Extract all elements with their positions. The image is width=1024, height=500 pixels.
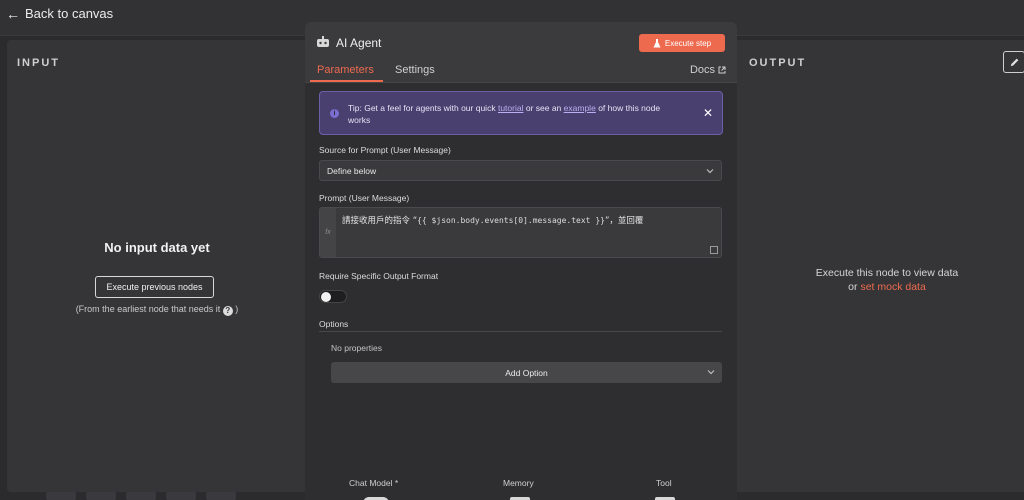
output-empty-message: Execute this node to view data or set mo…: [767, 266, 1007, 294]
output-or-text: or: [848, 281, 858, 293]
robot-icon: [317, 36, 329, 47]
tip-prefix: Tip: Get a feel for agents with our quic…: [348, 103, 496, 113]
canvas-node-stub: [166, 492, 196, 500]
back-to-canvas-label: Back to canvas: [25, 6, 114, 21]
input-hint: (From the earliest node that needs it ? …: [7, 304, 307, 316]
no-input-message: No input data yet: [104, 240, 210, 255]
tip-text: Tip: Get a feel for agents with our quic…: [348, 102, 678, 126]
external-link-icon: [718, 66, 726, 74]
memory-label: Memory: [503, 478, 534, 488]
add-option-label: Add Option: [505, 367, 548, 378]
chevron-down-icon: [706, 169, 714, 174]
back-to-canvas-button[interactable]: ← Back to canvas: [6, 6, 113, 21]
chat-model-label: Chat Model *: [349, 478, 399, 488]
source-for-prompt-select[interactable]: Define below: [319, 160, 722, 181]
node-header: AI Agent Execute step Parameters Setting…: [305, 22, 737, 82]
prompt-expression: {{ $json.body.events[0].message.text }}: [417, 216, 605, 225]
require-output-format-label: Require Specific Output Format: [319, 271, 439, 281]
prompt-text: 請接收用戶的指令 “{{ $json.body.events[0].messag…: [342, 214, 643, 226]
edit-output-button[interactable]: [1003, 51, 1024, 73]
toggle-knob: [321, 292, 331, 302]
options-divider: [319, 331, 722, 332]
arrow-left-icon: ←: [6, 5, 20, 22]
tutorial-link[interactable]: tutorial: [498, 103, 524, 113]
fx-icon: fx: [320, 208, 336, 257]
add-option-button[interactable]: Add Option: [331, 362, 722, 383]
no-properties-text: No properties: [331, 343, 383, 353]
input-panel-title: INPUT: [17, 57, 60, 69]
info-icon: i: [330, 109, 339, 118]
tool-label: Tool: [656, 478, 672, 488]
input-panel: INPUT No input data yet Execute previous…: [7, 40, 307, 492]
docs-label: Docs: [689, 64, 715, 76]
tab-settings[interactable]: Settings: [395, 64, 435, 76]
input-hint-text: (From the earliest node that needs it: [75, 304, 221, 314]
prompt-prefix: 請接收用戶的指令 “: [342, 216, 418, 226]
execute-step-label: Execute step: [664, 38, 712, 48]
flask-icon: [653, 38, 661, 47]
prompt-suffix: ”，並回覆: [604, 216, 644, 226]
pencil-icon: [1010, 58, 1018, 66]
node-details-modal: AI Agent Execute step Parameters Setting…: [305, 22, 737, 500]
input-hint-close: ): [235, 304, 239, 314]
require-output-format-toggle[interactable]: [319, 290, 347, 303]
output-message-text: Execute this node to view data: [815, 267, 959, 279]
close-icon[interactable]: ✕: [703, 106, 713, 120]
example-link[interactable]: example: [564, 103, 596, 113]
canvas-node-stub: [46, 492, 76, 500]
set-mock-data-link[interactable]: set mock data: [860, 281, 925, 293]
canvas-node-stub: [86, 492, 116, 500]
execute-step-button[interactable]: Execute step: [639, 34, 725, 52]
tip-callout: i Tip: Get a feel for agents with our qu…: [319, 91, 723, 135]
canvas-node-stub: [206, 492, 236, 500]
tab-parameters[interactable]: Parameters: [317, 64, 374, 76]
prompt-label: Prompt (User Message): [319, 193, 410, 203]
tip-middle: or see an: [525, 103, 562, 113]
options-label: Options: [319, 319, 349, 329]
output-panel: OUTPUT Execute this node to view data or…: [737, 40, 1024, 492]
execute-previous-nodes-button[interactable]: Execute previous nodes: [95, 276, 214, 298]
docs-link[interactable]: Docs: [690, 64, 726, 76]
node-title: AI Agent: [336, 36, 382, 50]
question-icon[interactable]: ?: [222, 306, 233, 316]
output-panel-title: OUTPUT: [749, 57, 807, 69]
chevron-down-icon: [707, 370, 715, 375]
canvas-node-stub: [126, 492, 156, 500]
source-for-prompt-value: Define below: [327, 165, 377, 176]
source-for-prompt-label: Source for Prompt (User Message): [319, 145, 451, 155]
prompt-editor[interactable]: fx 請接收用戶的指令 “{{ $json.body.events[0].mes…: [319, 207, 722, 258]
parameters-panel: i Tip: Get a feel for agents with our qu…: [305, 82, 737, 500]
expand-icon[interactable]: [710, 246, 718, 254]
